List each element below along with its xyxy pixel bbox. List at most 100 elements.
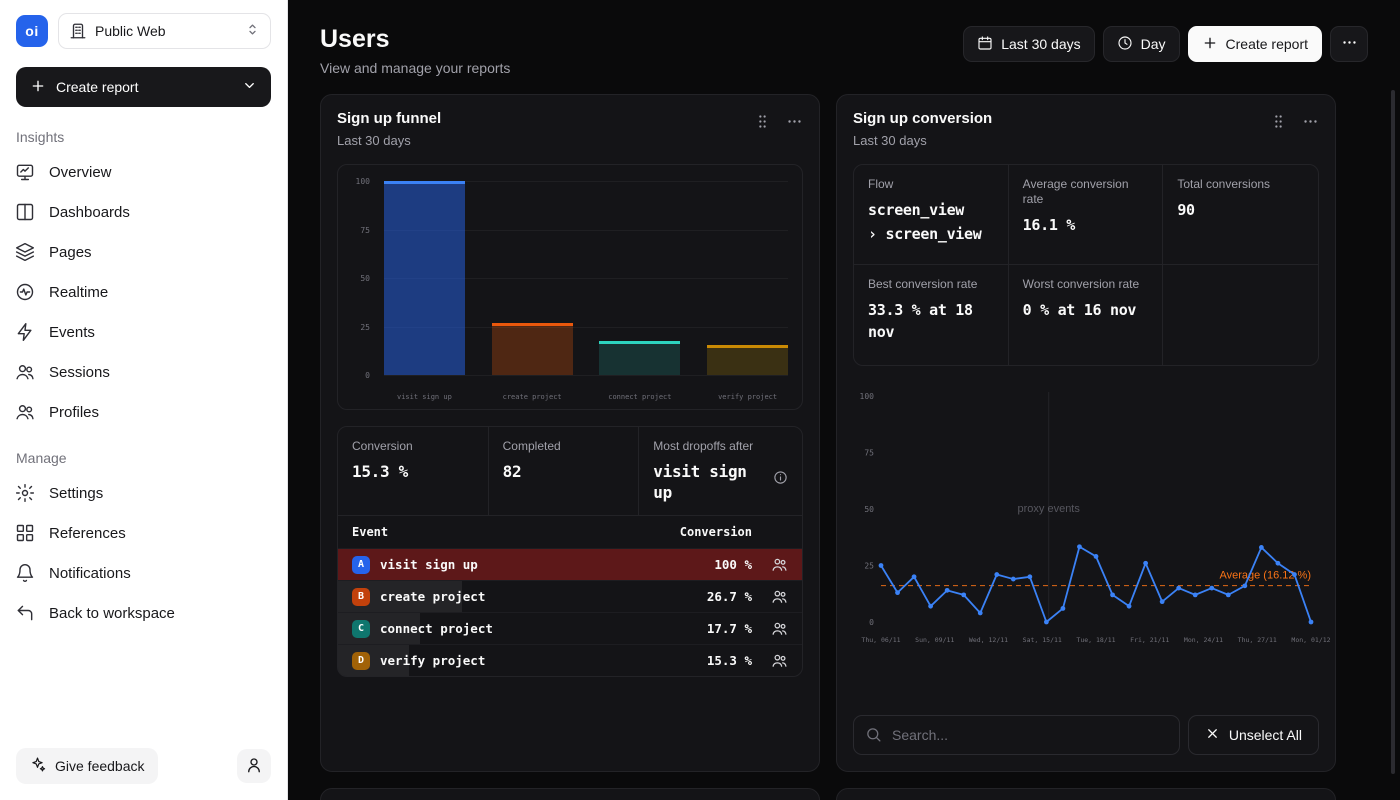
stat-empty-cell bbox=[1163, 265, 1318, 365]
sidebar-item-label: Dashboards bbox=[49, 204, 130, 221]
sidebar-item-label: Settings bbox=[49, 485, 103, 502]
users-icon[interactable] bbox=[752, 652, 788, 669]
step-letter-badge: C bbox=[352, 620, 370, 638]
svg-text:Mon, 01/12: Mon, 01/12 bbox=[1291, 636, 1330, 644]
stat-label: Flow bbox=[868, 177, 994, 192]
sidebar-item-realtime[interactable]: Realtime bbox=[0, 272, 287, 312]
event-name: create project bbox=[380, 589, 666, 604]
chevrons-up-down-icon bbox=[245, 22, 260, 40]
clock-icon bbox=[1117, 35, 1133, 54]
card-subtitle: Last 30 days bbox=[853, 133, 992, 148]
sidebar-item-profiles[interactable]: Profiles bbox=[0, 392, 287, 432]
sidebar-item-events[interactable]: Events bbox=[0, 312, 287, 352]
drag-handle-icon[interactable] bbox=[754, 113, 771, 135]
svg-text:Wed, 12/11: Wed, 12/11 bbox=[969, 636, 1008, 644]
sidebar-item-notifications[interactable]: Notifications bbox=[0, 553, 287, 593]
conversion-value: 100 % bbox=[666, 557, 752, 572]
svg-text:Tue, 18/11: Tue, 18/11 bbox=[1076, 636, 1115, 644]
section-label-manage: Manage bbox=[0, 432, 287, 473]
x-icon bbox=[1205, 726, 1220, 744]
sidebar-footer: Give feedback bbox=[0, 734, 287, 800]
funnel-bar[interactable] bbox=[492, 323, 573, 375]
sidebar-item-overview[interactable]: Overview bbox=[0, 152, 287, 192]
give-feedback-button[interactable]: Give feedback bbox=[16, 748, 158, 784]
card-menu-icon[interactable] bbox=[1302, 113, 1319, 135]
step-letter-badge: B bbox=[352, 588, 370, 606]
svg-text:25: 25 bbox=[864, 562, 874, 571]
funnel-table-row[interactable]: A visit sign up 100 % bbox=[338, 548, 802, 580]
sidebar-item-dashboards[interactable]: Dashboards bbox=[0, 192, 287, 232]
drag-handle-icon[interactable] bbox=[1270, 113, 1287, 135]
reports-grid: Sign up funnel Last 30 days 0255075100 bbox=[320, 94, 1368, 800]
interval-button[interactable]: Day bbox=[1103, 26, 1180, 62]
funnel-bar[interactable] bbox=[384, 181, 465, 375]
funnel-bars bbox=[384, 181, 788, 375]
svg-text:50: 50 bbox=[864, 505, 874, 514]
plus-icon bbox=[30, 78, 46, 97]
stat-most-dropoffs: Most dropoffs after visit sign up bbox=[639, 427, 802, 515]
more-options-button[interactable] bbox=[1330, 26, 1368, 62]
event-column-header: Event bbox=[352, 525, 666, 539]
stat-value: 82 bbox=[503, 461, 625, 482]
sidebar-item-references[interactable]: References bbox=[0, 513, 287, 553]
funnel-bar[interactable] bbox=[707, 345, 788, 375]
search-input[interactable] bbox=[853, 715, 1180, 755]
date-range-button[interactable]: Last 30 days bbox=[963, 26, 1094, 62]
sidebar-item-settings[interactable]: Settings bbox=[0, 473, 287, 513]
sidebar-item-label: References bbox=[49, 525, 126, 542]
funnel-chart[interactable]: 0255075100 visit sign upcreate projectco… bbox=[337, 164, 803, 410]
stat-value: 15.3 % bbox=[352, 461, 474, 482]
funnel-table-row[interactable]: D verify project 15.3 % bbox=[338, 644, 802, 676]
svg-text:Mon, 24/11: Mon, 24/11 bbox=[1184, 636, 1223, 644]
users-icon[interactable] bbox=[752, 556, 788, 573]
sidebar-item-label: Overview bbox=[49, 164, 112, 181]
sidebar-item-sessions[interactable]: Sessions bbox=[0, 352, 287, 392]
stat-conversion: Conversion 15.3 % bbox=[338, 427, 489, 515]
insights-nav: Overview Dashboards Pages Realtime Event… bbox=[0, 152, 287, 432]
workspace-selector[interactable]: Public Web bbox=[58, 13, 271, 49]
funnel-table-row[interactable]: C connect project 17.7 % bbox=[338, 612, 802, 644]
sidebar-item-pages[interactable]: Pages bbox=[0, 232, 287, 272]
card-subtitle: Last 30 days bbox=[337, 133, 441, 148]
users-icon[interactable] bbox=[752, 588, 788, 605]
settings-icon bbox=[15, 483, 35, 503]
stat-value-line2: › screen_view bbox=[868, 223, 994, 245]
users-icon[interactable] bbox=[752, 620, 788, 637]
funnel-bar[interactable] bbox=[599, 341, 680, 375]
event-name: visit sign up bbox=[380, 557, 666, 572]
unselect-all-label: Unselect All bbox=[1229, 727, 1302, 743]
conversion-chart-svg[interactable]: 0255075100proxy eventsAverage (16.12 %)T… bbox=[853, 386, 1319, 648]
stat-label: Total conversions bbox=[1177, 177, 1304, 192]
stat-value: 16.1 % bbox=[1023, 214, 1149, 236]
info-icon[interactable] bbox=[773, 470, 788, 490]
give-feedback-label: Give feedback bbox=[55, 758, 145, 774]
stat-best-conversion: Best conversion rate 33.3 % at 18 nov bbox=[854, 265, 1009, 365]
create-report-header-label: Create report bbox=[1226, 36, 1308, 52]
conversion-chart[interactable]: 0255075100proxy eventsAverage (16.12 %)T… bbox=[853, 382, 1319, 699]
funnel-x-label: visit sign up bbox=[384, 393, 465, 401]
main-content: Users View and manage your reports Last … bbox=[288, 0, 1400, 800]
search-icon bbox=[865, 726, 882, 748]
manage-nav: Settings References Notifications Back t… bbox=[0, 473, 287, 633]
sidebar-item-label: Sessions bbox=[49, 364, 110, 381]
event-name: verify project bbox=[380, 653, 666, 668]
sidebar-item-label: Back to workspace bbox=[49, 605, 175, 622]
app-logo: oi bbox=[16, 15, 48, 47]
step-letter-badge: A bbox=[352, 556, 370, 574]
unselect-all-button[interactable]: Unselect All bbox=[1188, 715, 1319, 755]
calendar-icon bbox=[977, 35, 993, 54]
create-report-header-button[interactable]: Create report bbox=[1188, 26, 1322, 62]
overview-icon bbox=[15, 162, 35, 182]
report-card-partial bbox=[320, 788, 820, 800]
scrollbar[interactable] bbox=[1391, 90, 1395, 774]
funnel-table-row[interactable]: B create project 26.7 % bbox=[338, 580, 802, 612]
sidebar-item-back-to-workspace[interactable]: Back to workspace bbox=[0, 593, 287, 633]
card-menu-icon[interactable] bbox=[786, 113, 803, 135]
create-report-button[interactable]: Create report bbox=[16, 67, 271, 107]
dashboards-icon bbox=[15, 202, 35, 222]
create-report-label: Create report bbox=[56, 79, 232, 95]
profile-button[interactable] bbox=[237, 749, 271, 783]
conversion-value: 17.7 % bbox=[666, 621, 752, 636]
report-card-partial bbox=[836, 788, 1336, 800]
person-icon bbox=[245, 756, 263, 777]
